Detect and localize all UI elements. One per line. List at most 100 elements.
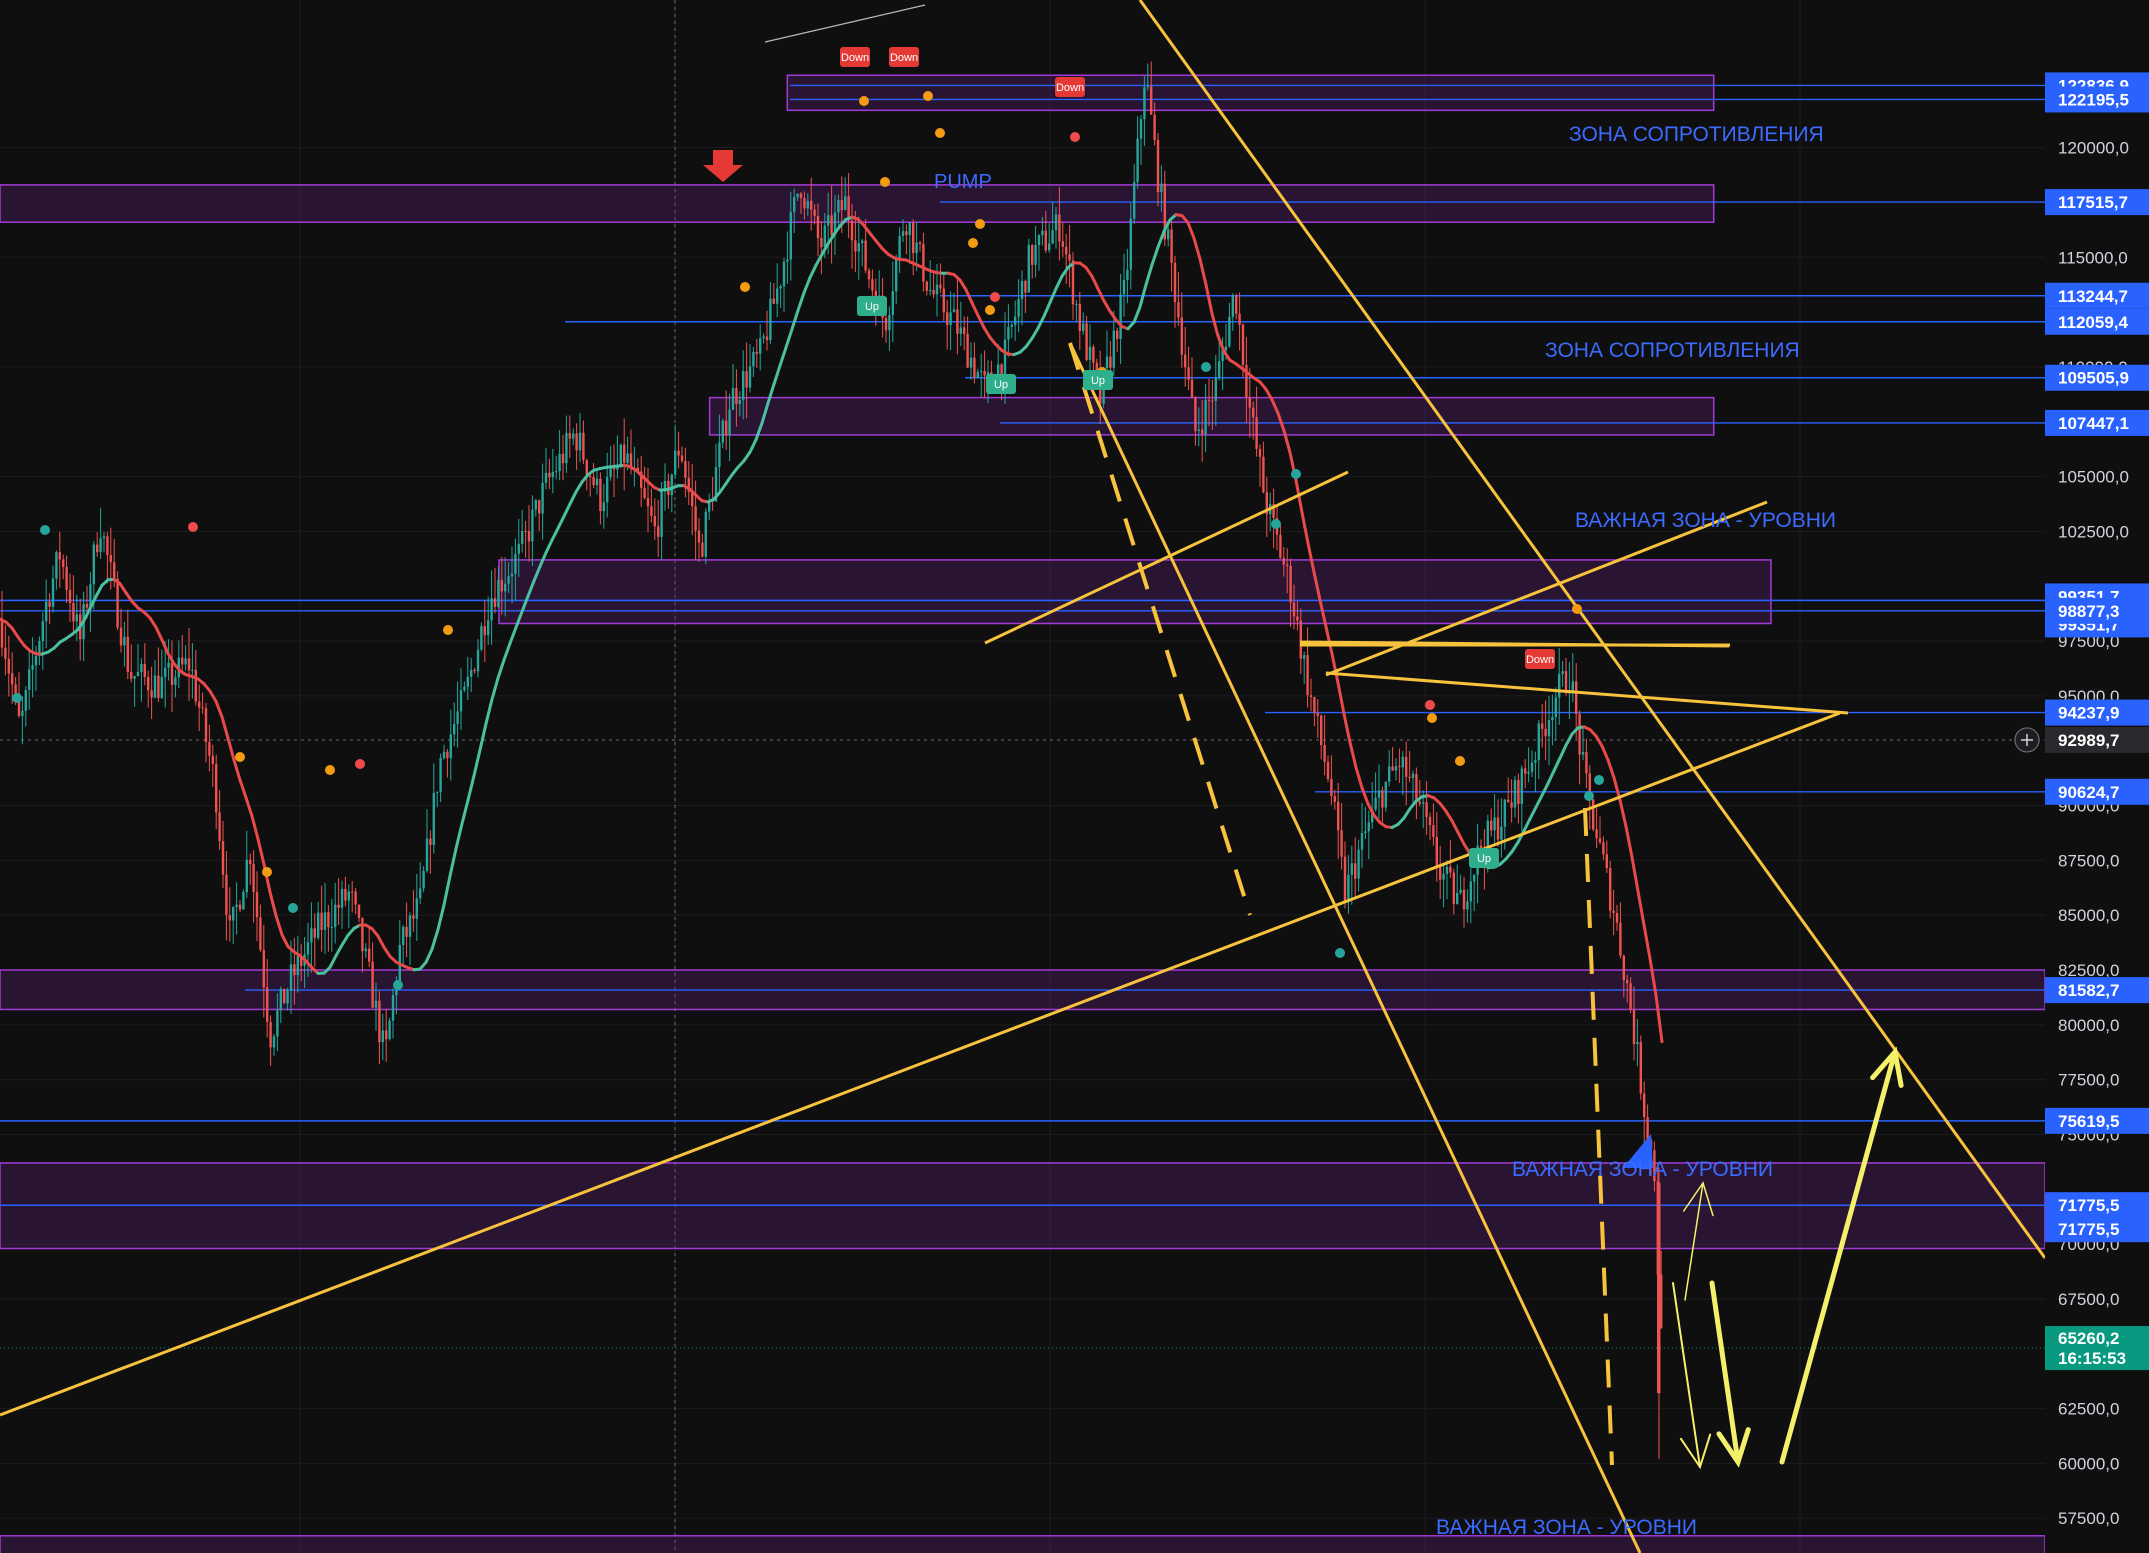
candle-body: [602, 502, 605, 512]
candle-body: [786, 259, 789, 262]
candle-body: [1061, 241, 1064, 247]
ma-segment: [466, 774, 476, 802]
candle-body: [167, 662, 170, 668]
signal-dot: [985, 305, 995, 315]
trendlines[interactable]: [0, 0, 2047, 1553]
candle-body: [119, 627, 123, 646]
ma-segment: [1540, 781, 1550, 797]
candle-body: [75, 614, 78, 622]
candle-body: [293, 964, 296, 976]
candle-body: [1255, 417, 1258, 449]
candle-body: [276, 1010, 279, 1037]
ma-segment: [10, 626, 20, 639]
ma-segment: [1060, 265, 1070, 278]
candle-body: [174, 677, 177, 685]
candle-body: [1313, 696, 1316, 713]
candle-body: [827, 215, 830, 226]
candle-body: [538, 500, 541, 514]
candle-body: [1238, 313, 1241, 325]
candle-body: [983, 371, 986, 376]
price-tick-label: 87500,0: [2058, 851, 2119, 870]
badge-text: 107447,1: [2058, 414, 2129, 433]
ma-segment: [1144, 263, 1154, 287]
candle-body: [1527, 771, 1530, 774]
candle-body: [1085, 323, 1088, 360]
candle-body: [793, 197, 796, 213]
ma-segment: [94, 583, 104, 598]
price-level-badge: 90624,7: [2045, 778, 2149, 805]
candle-body: [456, 711, 459, 724]
signal-dot: [923, 91, 933, 101]
ma-segment: [790, 308, 800, 331]
candle-body: [966, 333, 969, 368]
candle-body: [1241, 324, 1245, 365]
candle-body: [1473, 874, 1476, 882]
candle-body: [1340, 830, 1343, 857]
candle-body: [4, 647, 7, 659]
candle-body: [905, 231, 908, 235]
candle-body: [534, 500, 537, 510]
candle-body: [830, 215, 833, 236]
ma-segment: [478, 722, 488, 752]
candle-body: [1184, 354, 1187, 368]
ma-segment: [1108, 309, 1118, 322]
candle-body: [249, 859, 252, 865]
trading-chart[interactable]: Down Down Down Down Up Up Up Up PUMP ЗОНА СОПРОТ…: [0, 0, 2149, 1553]
candle-body: [0, 619, 4, 648]
candle-body: [1507, 799, 1510, 803]
ma-segment: [1618, 798, 1628, 829]
candle-body: [436, 792, 439, 794]
candle-body: [490, 598, 493, 621]
candle-body: [592, 477, 595, 486]
candle-body: [1343, 856, 1347, 902]
signal-dot: [262, 867, 272, 877]
candle-body: [1020, 280, 1024, 299]
candle-body: [1071, 260, 1075, 305]
candle-body: [609, 467, 612, 477]
ma-segment: [1210, 312, 1220, 338]
candle-body: [1337, 801, 1340, 831]
candle-body: [670, 474, 673, 495]
candle-body: [1197, 429, 1200, 432]
candle-body: [1289, 565, 1292, 603]
candle-body: [21, 710, 24, 716]
candle-body: [113, 562, 116, 579]
candle-body: [378, 1000, 381, 1043]
candle-body: [1048, 243, 1051, 251]
down-signal-badge: Down: [840, 47, 870, 67]
down-signal-badge: Down: [889, 47, 919, 67]
candle-body: [531, 509, 534, 542]
candle-body: [354, 891, 357, 905]
candle-body: [963, 327, 966, 334]
ma-segment: [1132, 305, 1142, 324]
ma-segment: [748, 438, 758, 454]
ma-segment: [226, 736, 236, 762]
candle-body: [1425, 802, 1428, 817]
candle-body: [973, 357, 976, 378]
candle-body: [143, 664, 146, 678]
candle-body: [1646, 1117, 1649, 1140]
candle-body: [106, 536, 109, 556]
candle-body: [1503, 799, 1506, 827]
candle-body: [1068, 254, 1071, 261]
candle-body: [582, 432, 585, 461]
candle-body: [820, 238, 823, 248]
trendline: [1325, 671, 1849, 715]
candle-body: [1136, 138, 1139, 183]
candle-body: [1109, 356, 1112, 368]
ma-segment: [1636, 889, 1646, 927]
candle-body: [1524, 768, 1527, 774]
candle-body: [929, 290, 932, 292]
chart-canvas[interactable]: Down Down Down Down Up Up Up Up PUMP ЗОНА СОПРОТ…: [0, 0, 2149, 1553]
zone-label: ВАЖНАЯ ЗОНА - УРОВНИ: [1512, 1158, 1773, 1181]
ma-segment: [1186, 221, 1196, 240]
candle-body: [1105, 356, 1109, 369]
candle-body: [357, 904, 361, 918]
candle-body: [619, 444, 622, 466]
ma-segment: [1090, 274, 1100, 291]
price-axis[interactable]: 120000,0115000,0110000,0105000,0102500,0…: [2014, 0, 2149, 1553]
candle-body: [1224, 346, 1228, 351]
candle-body: [932, 290, 935, 295]
candle-body: [344, 888, 347, 901]
candle-body: [1615, 913, 1619, 923]
